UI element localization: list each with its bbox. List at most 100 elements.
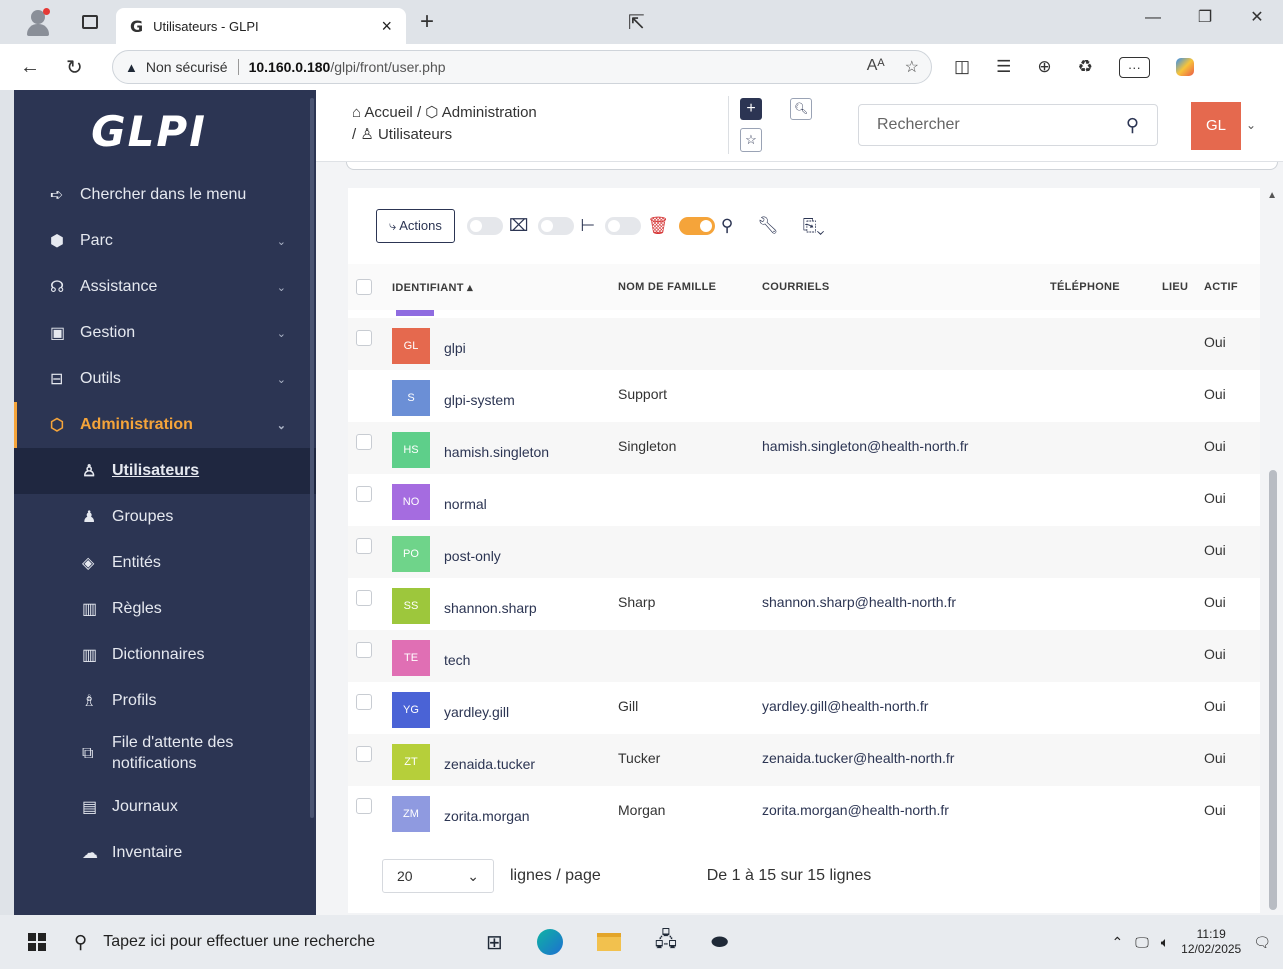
row-checkbox[interactable] [356,694,372,710]
breadcrumb-utilisateurs[interactable]: Utilisateurs [378,126,452,143]
trash-toggle[interactable] [605,217,642,235]
browser-tab[interactable]: G Utilisateurs - GLPI × [116,8,406,44]
sidebar-subitem-regles[interactable]: ▥ Règles [14,586,316,632]
column-header-identifiant[interactable]: IDENTIFIANT ▴ [392,264,618,310]
table-row[interactable]: SS shannon.sharp Sharp shannon.sharp@health… [348,578,1260,630]
minimize-icon[interactable]: — [1127,0,1179,36]
sidebar-subitem-journaux[interactable]: ▤ Journaux [14,784,316,830]
new-tab-icon[interactable]: + [420,8,434,36]
copilot-icon[interactable] [1175,58,1194,76]
windows-start-icon[interactable] [28,933,46,951]
user-login-link[interactable]: tech [444,652,470,668]
breadcrumb-administration[interactable]: Administration [442,104,537,121]
reload-icon[interactable]: ↻ [66,55,90,80]
search-toggle[interactable] [678,217,715,235]
more-menu-icon[interactable]: ··· [1118,56,1150,78]
favorite-star-icon[interactable]: ☆ [905,57,919,77]
map-toggle[interactable] [466,217,503,235]
table-row[interactable]: PO post-only Oui [348,526,1260,578]
row-checkbox[interactable] [356,330,372,346]
row-checkbox[interactable] [356,746,372,762]
breadcrumb-home[interactable]: Accueil [364,104,412,121]
bookmark-star-icon[interactable]: ☆ [740,128,762,152]
sidebar-subitem-notifications-queue[interactable]: ⧉ File d'attente des notifications [14,724,316,784]
sidebar-subitem-utilisateurs[interactable]: ♙ Utilisateurs [14,448,316,494]
sidebar-scrollbar[interactable] [310,98,314,818]
main-scrollbar[interactable] [1269,470,1277,910]
table-row[interactable]: GL glpi Oui [348,318,1260,370]
user-login-link[interactable]: normal [444,496,487,512]
tab-actions-icon[interactable] [82,15,98,29]
tree-toggle[interactable] [538,217,575,235]
not-secure-label[interactable]: Non sécurisé [146,59,239,75]
sidebar-search-menu[interactable]: ➪ Chercher dans le menu [14,172,316,218]
sidebar-subitem-profils[interactable]: ♗ Profils [14,678,316,724]
user-login-link[interactable]: post-only [444,548,501,564]
clock[interactable]: 11:19 12/02/2025 [1181,927,1241,957]
sidebar-item-parc[interactable]: ⬢ Parc ⌄ [14,218,316,264]
split-screen-icon[interactable]: ◫ [954,57,970,77]
search-input[interactable] [877,116,1126,134]
sidebar-subitem-inventaire[interactable]: ☁ Inventaire [14,830,316,876]
search-icon[interactable]: 🔍︎ [790,98,812,120]
table-row[interactable]: YG yardley.gill Gill yardley.gill@health-no… [348,682,1260,734]
column-header-actif[interactable]: ACTIF [1204,264,1260,310]
user-login-link[interactable]: zorita.morgan [444,808,530,824]
scroll-up-icon[interactable]: ▲ [1267,190,1277,201]
sidebar-subitem-dictionnaires[interactable]: ▥ Dictionnaires [14,632,316,678]
row-checkbox[interactable] [356,590,372,606]
glpi-logo[interactable]: GLPI [14,90,316,172]
back-icon[interactable]: ← [20,56,44,79]
column-header-nom[interactable]: NOM DE FAMILLE [618,264,762,310]
chevron-down-icon[interactable]: ⌄ [1246,118,1256,132]
user-avatar[interactable]: GL [1191,102,1241,150]
extensions-icon[interactable]: ♻ [1078,57,1093,77]
column-header-lieu[interactable]: LIEU [1162,264,1204,310]
sidebar-item-outils[interactable]: ⊟ Outils ⌄ [14,356,316,402]
network-icon[interactable]: 🖵︎ [1135,934,1149,951]
table-row[interactable]: TE tech Oui [348,630,1260,682]
table-row[interactable]: HS hamish.singleton Singleton hamish.single… [348,422,1260,474]
user-login-link[interactable]: hamish.singleton [444,444,549,460]
user-login-link[interactable]: zenaida.tucker [444,756,535,772]
wrench-icon[interactable]: 🔧︎ [757,216,779,236]
collections-icon[interactable]: ⊕ [1037,57,1051,77]
sidebar-item-gestion[interactable]: ▣ Gestion ⌄ [14,310,316,356]
restore-icon[interactable]: ❐ [1179,0,1231,36]
task-view-icon[interactable]: ⊞ [486,930,503,955]
user-login-link[interactable]: glpi-system [444,392,515,408]
sidebar-subitem-entites[interactable]: ◈ Entités [14,540,316,586]
row-checkbox[interactable] [356,434,372,450]
row-checkbox[interactable] [356,486,372,502]
select-all-checkbox[interactable] [356,279,372,295]
close-window-icon[interactable]: ✕ [1231,0,1283,36]
rows-per-page-select[interactable]: 20 ⌄ [382,859,494,893]
search-icon[interactable]: ⚲ [1126,115,1139,136]
url-field[interactable]: ▲ Non sécurisé 10.160.0.180 /glpi/front/… [112,50,932,84]
table-row[interactable]: ZT zenaida.tucker Tucker zenaida.tucker@hea… [348,734,1260,786]
export-icon[interactable]: ⎘⌄ [803,216,825,236]
notification-icon[interactable]: 🗨︎ [1253,934,1271,951]
sidebar-item-administration[interactable]: ⬡ Administration ⌄ [14,402,316,448]
chevron-up-icon[interactable]: ⌃ [1112,934,1124,951]
edge-browser-icon[interactable] [536,929,563,955]
volume-icon[interactable]: 🔈︎ [1161,934,1169,951]
profile-icon[interactable] [24,8,52,36]
close-tab-icon[interactable]: × [381,16,392,37]
row-checkbox[interactable] [356,538,372,554]
read-aloud-icon[interactable]: Aᴬ [867,57,885,77]
sidebar-subitem-groupes[interactable]: ♟ Groupes [14,494,316,540]
app-icon[interactable]: ⬬ [711,931,728,954]
column-header-telephone[interactable]: TÉLÉPHONE [1050,264,1162,310]
file-explorer-icon[interactable] [596,933,621,951]
user-login-link[interactable]: glpi [444,340,466,356]
table-row[interactable]: ZM zorita.morgan Morgan zorita.morgan@healt… [348,786,1260,838]
user-login-link[interactable]: yardley.gill [444,704,509,720]
network-app-icon[interactable]: 🖧︎ [655,925,677,959]
column-header-courriels[interactable]: COURRIELS [762,264,1050,310]
table-row[interactable]: NO normal Oui [348,474,1260,526]
row-checkbox[interactable] [356,798,372,814]
taskbar-search[interactable]: ⚲ Tapez ici pour effectuer une recherche [74,915,466,969]
row-checkbox[interactable] [356,642,372,658]
add-button[interactable]: + [740,98,762,120]
